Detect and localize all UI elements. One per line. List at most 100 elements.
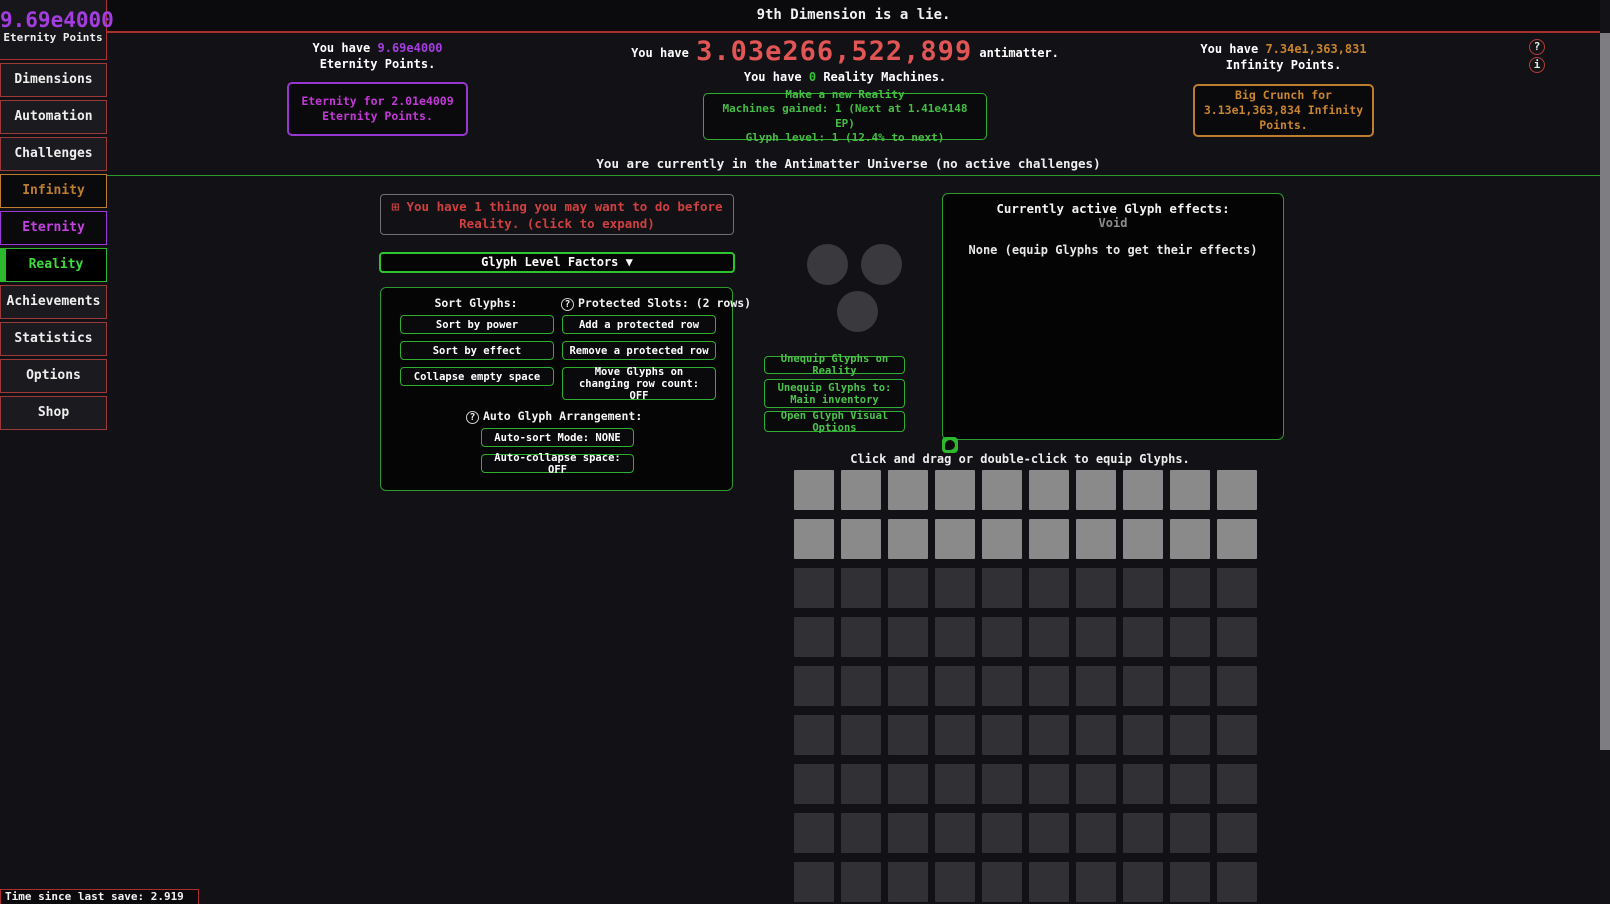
glyph-slot[interactable]: [1217, 568, 1257, 608]
sidebar-item-dimensions[interactable]: Dimensions: [0, 63, 107, 97]
protected-glyph-slot[interactable]: [982, 470, 1022, 510]
glyph-slot[interactable]: [1029, 666, 1069, 706]
auto-sort-mode-button[interactable]: Auto-sort Mode: NONE: [481, 428, 634, 447]
protected-glyph-slot[interactable]: [841, 470, 881, 510]
glyph-slot[interactable]: [1029, 813, 1069, 853]
protected-glyph-slot[interactable]: [1076, 519, 1116, 559]
glyph-slot[interactable]: [794, 617, 834, 657]
protected-glyph-slot[interactable]: [982, 519, 1022, 559]
glyph-visual-options-button[interactable]: Open Glyph Visual Options: [764, 411, 905, 432]
glyph-slot[interactable]: [1170, 617, 1210, 657]
glyph-slot[interactable]: [888, 568, 928, 608]
glyph-slot[interactable]: [1123, 568, 1163, 608]
protected-glyph-slot[interactable]: [1029, 519, 1069, 559]
glyph-slot[interactable]: [982, 813, 1022, 853]
glyph-slot[interactable]: [1170, 666, 1210, 706]
glyph-slot[interactable]: [935, 764, 975, 804]
remove-protected-row-button[interactable]: Remove a protected row: [562, 341, 716, 360]
glyph-slot[interactable]: [1217, 715, 1257, 755]
big-crunch-button[interactable]: Big Crunch for 3.13e1,363,834 Infinity P…: [1193, 84, 1374, 137]
glyph-slot[interactable]: [794, 568, 834, 608]
glyph-slot[interactable]: [1217, 862, 1257, 902]
sort-by-effect-button[interactable]: Sort by effect: [400, 341, 554, 360]
eternity-button[interactable]: Eternity for 2.01e4009 Eternity Points.: [287, 82, 468, 136]
protected-glyph-slot[interactable]: [794, 519, 834, 559]
glyph-slot[interactable]: [1076, 764, 1116, 804]
glyph-slot[interactable]: [1076, 666, 1116, 706]
glyph-slot[interactable]: [888, 666, 928, 706]
glyph-slot[interactable]: [1076, 617, 1116, 657]
collapse-empty-space-button[interactable]: Collapse empty space: [400, 367, 554, 386]
glyph-slot[interactable]: [935, 568, 975, 608]
help-icon[interactable]: ?: [1529, 39, 1545, 55]
glyph-slot[interactable]: [794, 715, 834, 755]
glyph-slot[interactable]: [982, 715, 1022, 755]
glyph-slot[interactable]: [794, 813, 834, 853]
glyph-slot[interactable]: [1170, 764, 1210, 804]
glyph-slot[interactable]: [935, 813, 975, 853]
sidebar-item-challenges[interactable]: Challenges: [0, 137, 107, 171]
auto-collapse-button[interactable]: Auto-collapse space: OFF: [481, 454, 634, 473]
sort-by-power-button[interactable]: Sort by power: [400, 315, 554, 334]
sidebar-item-options[interactable]: Options: [0, 359, 107, 393]
make-new-reality-button[interactable]: Make a new Reality Machines gained: 1 (N…: [703, 93, 987, 140]
glyph-slot[interactable]: [1217, 813, 1257, 853]
unequip-on-reality-button[interactable]: Unequip Glyphs on Reality: [764, 356, 905, 374]
glyph-slot[interactable]: [888, 862, 928, 902]
protected-glyph-slot[interactable]: [1217, 470, 1257, 510]
protected-glyph-slot[interactable]: [1217, 519, 1257, 559]
glyph-slot[interactable]: [888, 715, 928, 755]
glyph-slot[interactable]: [841, 568, 881, 608]
sidebar-item-shop[interactable]: Shop: [0, 396, 107, 430]
sidebar-item-infinity[interactable]: Infinity: [0, 174, 107, 208]
sidebar-item-reality[interactable]: Reality: [0, 248, 107, 282]
protected-glyph-slot[interactable]: [841, 519, 881, 559]
sidebar-item-achievements[interactable]: Achievements: [0, 285, 107, 319]
protected-glyph-slot[interactable]: [935, 519, 975, 559]
glyph-slot[interactable]: [935, 666, 975, 706]
question-mark-icon[interactable]: ?: [561, 298, 574, 311]
protected-glyph-slot[interactable]: [1170, 470, 1210, 510]
glyph-slot[interactable]: [1170, 568, 1210, 608]
glyph-slot[interactable]: [794, 764, 834, 804]
glyph-slot[interactable]: [841, 813, 881, 853]
glyph-slot[interactable]: [1076, 715, 1116, 755]
glyph-slot[interactable]: [1076, 813, 1116, 853]
protected-glyph-slot[interactable]: [1076, 470, 1116, 510]
glyph-slot[interactable]: [1123, 715, 1163, 755]
glyph-slot[interactable]: [841, 764, 881, 804]
sidebar-item-eternity[interactable]: Eternity: [0, 211, 107, 245]
glyph-slot[interactable]: [1123, 764, 1163, 804]
glyph-slot[interactable]: [1123, 617, 1163, 657]
glyph-slot[interactable]: [888, 764, 928, 804]
protected-glyph-slot[interactable]: [1029, 470, 1069, 510]
glyph-equip-slot[interactable]: [807, 244, 848, 285]
protected-glyph-slot[interactable]: [935, 470, 975, 510]
move-glyphs-toggle-button[interactable]: Move Glyphs on changing row count: OFF: [562, 367, 716, 400]
glyph-slot[interactable]: [794, 862, 834, 902]
protected-glyph-slot[interactable]: [794, 470, 834, 510]
glyph-slot[interactable]: [1029, 617, 1069, 657]
glyph-slot[interactable]: [888, 813, 928, 853]
glyph-slot[interactable]: [982, 568, 1022, 608]
glyph-slot[interactable]: [982, 617, 1022, 657]
glyph-slot[interactable]: [1217, 666, 1257, 706]
add-protected-row-button[interactable]: Add a protected row: [562, 315, 716, 334]
pre-reality-warning[interactable]: ⊞ You have 1 thing you may want to do be…: [380, 194, 734, 235]
glyph-slot[interactable]: [1076, 862, 1116, 902]
glyph-slot[interactable]: [1217, 764, 1257, 804]
glyph-slot[interactable]: [794, 666, 834, 706]
glyph-slot[interactable]: [1029, 862, 1069, 902]
glyph-slot[interactable]: [888, 617, 928, 657]
protected-glyph-slot[interactable]: [1123, 470, 1163, 510]
glyph-slot[interactable]: [841, 862, 881, 902]
glyph-slot[interactable]: [1170, 715, 1210, 755]
glyph-slot[interactable]: [841, 666, 881, 706]
info-icon[interactable]: i: [1529, 57, 1545, 73]
glyph-slot[interactable]: [1076, 568, 1116, 608]
glyph-slot[interactable]: [1029, 715, 1069, 755]
glyph-slot[interactable]: [1123, 813, 1163, 853]
glyph-slot[interactable]: [1170, 813, 1210, 853]
glyph-slot[interactable]: [1123, 666, 1163, 706]
protected-glyph-slot[interactable]: [1170, 519, 1210, 559]
